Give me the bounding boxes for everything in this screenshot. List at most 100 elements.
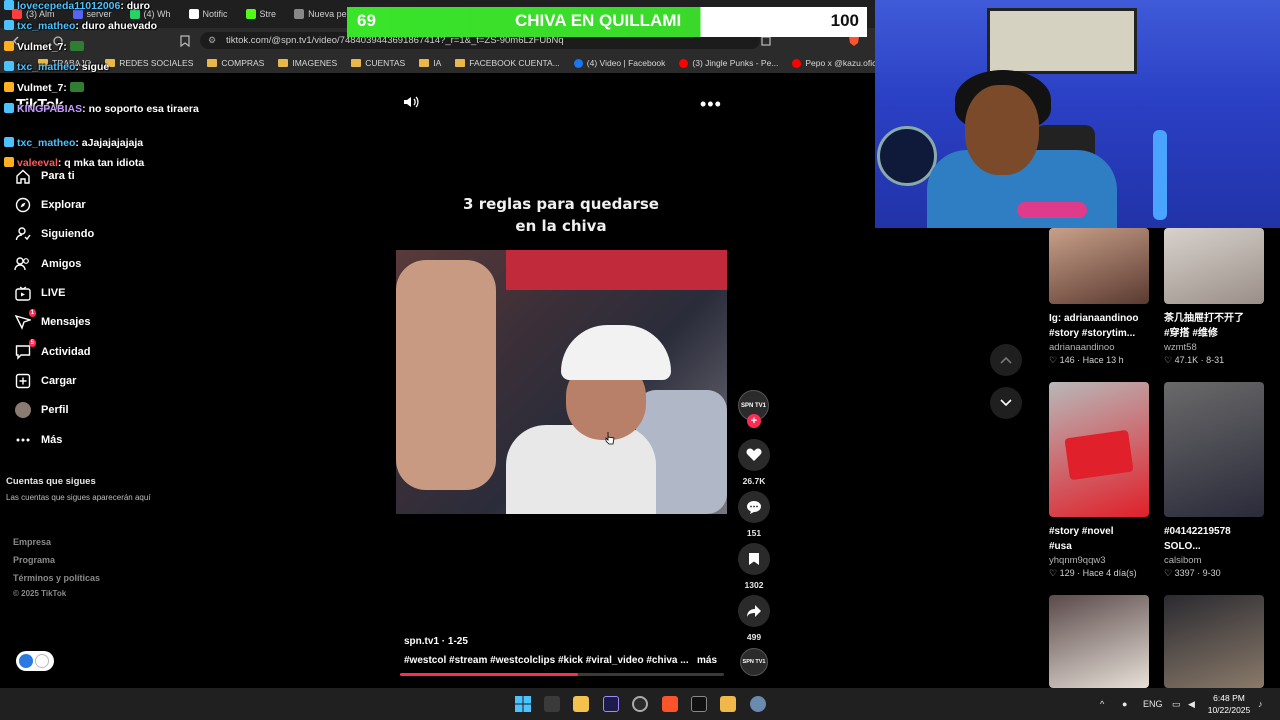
tray-chevron-icon[interactable]: ^ — [1100, 699, 1104, 709]
windows-start-icon[interactable] — [515, 696, 531, 712]
recommended-video-card[interactable]: Ig: adrianaandinoo #story #storytim... ⋮ ad… — [1049, 228, 1149, 366]
card-author[interactable]: wzmt58 — [1164, 342, 1264, 353]
chat-message: txc_matheo: aJajajajajaja — [4, 137, 143, 149]
see-more-link[interactable]: más — [697, 655, 717, 666]
card-more-icon[interactable]: ⋮ — [1145, 525, 1149, 540]
card-title[interactable]: 茶几抽屉打不开了 #穿搭 #维修 ⋮ — [1164, 311, 1264, 341]
card-more-icon[interactable]: ⋮ — [1260, 312, 1264, 327]
recommended-video-card[interactable]: #04142219578 SOLO... ⋮ calsibom ♡ 3397 · 9-3… — [1164, 382, 1264, 579]
more-options-icon[interactable]: ••• — [700, 94, 722, 115]
brave-browser-icon[interactable] — [662, 696, 678, 712]
video-progress-bar[interactable] — [400, 673, 724, 676]
card-title[interactable]: Ig: adrianaandinoo #story #storytim... ⋮ — [1049, 311, 1149, 341]
video-player[interactable] — [396, 250, 727, 514]
next-video-button[interactable] — [990, 387, 1022, 419]
site-settings-icon[interactable]: ⚙ — [208, 35, 216, 46]
card-author[interactable]: yhqnm9qqw3 — [1049, 555, 1149, 566]
comment-button[interactable] — [738, 491, 770, 523]
folder-icon — [207, 59, 218, 67]
bookmark-item[interactable]: CUENTAS — [351, 58, 405, 68]
get-app-toggle[interactable] — [16, 651, 54, 671]
card-author[interactable]: calsibom — [1164, 555, 1264, 566]
nav-label: Actividad — [41, 346, 91, 358]
notification-badge: 5 — [28, 338, 36, 347]
share-button[interactable] — [738, 595, 770, 627]
video-thumbnail[interactable] — [1049, 382, 1149, 517]
chat-text: sigue — [81, 61, 110, 73]
app-icon-yellow[interactable] — [720, 696, 736, 712]
video-author-date[interactable]: spn.tv1 · 1-25 — [404, 636, 468, 647]
video-hashtags[interactable]: #westcol #stream #westcolclips #kick #vi… — [404, 655, 689, 666]
card-title[interactable]: #story #novel #usa ⋮ — [1049, 524, 1149, 554]
nav-item-live[interactable]: LIVE — [14, 282, 65, 304]
like-button[interactable] — [738, 439, 770, 471]
volume-tray-icon[interactable]: ◀ — [1188, 699, 1195, 710]
recommended-video-card[interactable]: 茶几抽屉打不开了 #穿搭 #维修 ⋮ wzmt58 ♡ 47.1K · 8-31 — [1164, 228, 1264, 366]
card-more-icon[interactable]: ⋮ — [1145, 312, 1149, 327]
chat-badge-icon — [4, 137, 14, 147]
music-disc[interactable]: SPN TV1 — [740, 648, 768, 676]
footer-link-terms[interactable]: Términos y políticas — [13, 573, 100, 583]
video-thumbnail[interactable] — [1049, 228, 1149, 304]
bookmark-item[interactable]: FACEBOOK CUENTA... — [455, 58, 560, 68]
chat-message: valeeval: q mka tan idiota — [4, 157, 144, 169]
overlay-left-number: 69 — [357, 11, 376, 30]
nav-item-perfil[interactable]: Perfil — [14, 399, 69, 421]
nav-item-actividad[interactable]: 5 Actividad — [14, 338, 91, 363]
bookmark-item[interactable]: IMAGENES — [278, 58, 337, 68]
obs-icon[interactable] — [632, 696, 648, 712]
bookmark-label: IMAGENES — [292, 58, 338, 68]
notification-bell-icon[interactable]: ♪ — [1258, 699, 1263, 709]
footer-link-programa[interactable]: Programa — [13, 555, 55, 565]
video-thumbnail[interactable] — [1164, 595, 1264, 688]
nav-item-amigos[interactable]: Amigos — [14, 253, 81, 275]
card-title[interactable]: #04142219578 SOLO... ⋮ — [1164, 524, 1264, 554]
recommended-video-card[interactable] — [1164, 595, 1264, 688]
share-count: 499 — [746, 632, 762, 642]
nav-label: Más — [41, 434, 63, 446]
video-thumbnail[interactable] — [1049, 595, 1149, 688]
bookmark-item[interactable]: COMPRAS — [207, 58, 264, 68]
terminal-icon[interactable] — [691, 696, 707, 712]
network-icon[interactable]: ▭ — [1172, 699, 1181, 710]
microphone-tray-icon[interactable]: ● — [1122, 699, 1127, 709]
nav-item-explorar[interactable]: Explorar — [14, 194, 86, 216]
nav-label: Siguiendo — [41, 228, 95, 240]
chat-message: lovecepeda11012006: duro — [4, 0, 150, 12]
video-thumbnail[interactable] — [1164, 228, 1264, 304]
follow-plus-button[interactable]: + — [747, 414, 761, 428]
browser-tab[interactable]: Stre — [238, 3, 285, 25]
chevron-down-icon — [1000, 399, 1012, 407]
card-more-icon[interactable]: ⋮ — [1260, 525, 1264, 540]
chat-text: q mka tan idiota — [64, 157, 145, 169]
bookmark-item[interactable]: IA — [419, 58, 441, 68]
premiere-pro-icon[interactable] — [603, 696, 619, 712]
youtube-icon — [679, 58, 689, 68]
bookmark-item[interactable]: Pepo x @kazu.oficia... — [792, 58, 875, 68]
nav-item-ms[interactable]: Más — [14, 429, 62, 451]
volume-icon[interactable] — [403, 95, 420, 109]
chat-badge-icon — [4, 20, 14, 30]
recommended-video-card[interactable] — [1049, 595, 1149, 688]
settings-icon[interactable] — [750, 696, 766, 712]
epic-games-icon[interactable] — [544, 696, 560, 712]
bookmark-item[interactable]: (3) Jingle Punks - Pe... — [679, 58, 778, 68]
microphone — [1017, 202, 1087, 218]
nav-item-cargar[interactable]: Cargar — [14, 370, 76, 392]
file-explorer-icon[interactable] — [573, 696, 589, 712]
card-author[interactable]: adrianaandinoo — [1049, 342, 1149, 353]
youtube-icon — [792, 58, 802, 68]
bookmark-item[interactable]: (4) Video | Facebook — [573, 58, 665, 68]
save-button[interactable] — [738, 543, 770, 575]
language-indicator[interactable]: ENG — [1143, 699, 1163, 709]
nav-item-mensajes[interactable]: 1 Mensajes — [14, 308, 91, 333]
mouse-cursor — [605, 432, 615, 445]
nav-item-siguiendo[interactable]: Siguiendo — [14, 223, 94, 245]
previous-video-button[interactable] — [990, 344, 1022, 376]
streamer-face — [965, 85, 1039, 175]
footer-link-empresa[interactable]: Empresa — [13, 537, 51, 547]
recommended-video-card[interactable]: #story #novel #usa ⋮ yhqnm9qqw3 ♡ 129 · Hace… — [1049, 382, 1149, 579]
video-thumbnail[interactable] — [1164, 382, 1264, 517]
nav-label: LIVE — [41, 287, 66, 299]
clock[interactable]: 6:48 PM 10/22/2025 — [1204, 692, 1254, 716]
